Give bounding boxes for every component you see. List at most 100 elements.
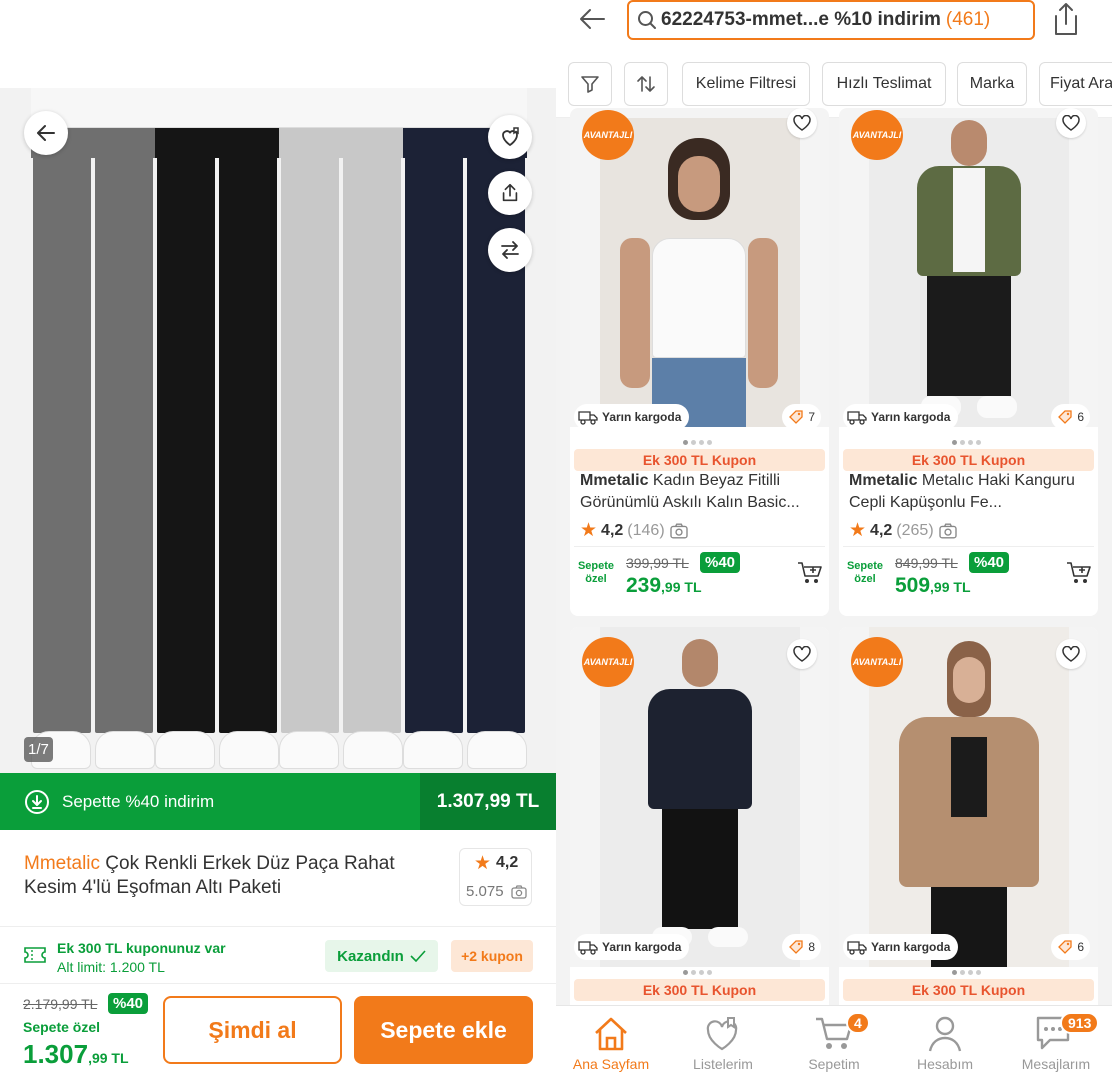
advantage-badge: AVANTAJLI — [851, 110, 903, 160]
rating-value: 4,2 — [496, 854, 519, 871]
purchase-bar: 2.179,99 TL %40 Sepete özel 1.307,99 TL … — [0, 984, 556, 1080]
product-image-pant-2 — [155, 88, 279, 773]
product-card-brand: Mmetalic — [849, 472, 918, 489]
product-card-title: Mmetalic Metalıc Haki Kanguru Cepli Kapü… — [849, 470, 1089, 514]
search-query: 62224753-mmet...e %10 indirim — [661, 9, 941, 30]
favorite-button[interactable] — [1056, 639, 1086, 669]
star-icon: ★ — [580, 520, 598, 541]
filter-chip-fast-delivery[interactable]: Hızlı Teslimat — [822, 62, 946, 106]
tab-cart[interactable]: 4 Sepetim — [784, 1012, 884, 1072]
special-price: 509,99 TL — [895, 574, 971, 598]
add-to-cart-icon[interactable] — [797, 561, 823, 585]
product-card[interactable]: AVANTAJLI Yarın kargoda 7 Ek 300 TL Kupo… — [570, 108, 829, 616]
back-button[interactable] — [24, 111, 68, 155]
add-to-list-button[interactable] — [488, 115, 532, 159]
truck-icon — [578, 941, 598, 955]
variant-count-value: 6 — [1077, 940, 1084, 954]
tab-lists[interactable]: Listelerim — [673, 1012, 773, 1072]
product-image-gallery[interactable] — [0, 88, 556, 773]
price-tag-icon — [789, 940, 803, 954]
sort-arrows-icon — [637, 76, 655, 92]
filter-chip-brand[interactable]: Marka — [957, 62, 1027, 106]
sort-button[interactable] — [624, 62, 668, 106]
product-image-pant-1 — [31, 88, 155, 773]
tab-label: Listelerim — [693, 1056, 753, 1072]
coupon-info-row[interactable]: Ek 300 TL kuponunuz var Alt limit: 1.200… — [0, 926, 556, 984]
rating-value: 4,2 — [601, 521, 624, 539]
special-price-main: 509 — [895, 574, 931, 597]
search-input[interactable]: 62224753-mmet...e %10 indirim (461) — [627, 0, 1035, 40]
buy-now-button[interactable]: Şimdi al — [163, 996, 342, 1064]
special-price-main: 239 — [626, 574, 662, 597]
truck-icon — [847, 941, 867, 955]
special-price-rest: ,99 TL — [930, 579, 971, 595]
delivery-label: Yarın kargoda — [871, 940, 951, 954]
search-results-panel: 62224753-mmet...e %10 indirim (461) Keli… — [556, 0, 1112, 1080]
coupon-banner: Ek 300 TL Kupon — [843, 979, 1094, 1001]
favorite-button[interactable] — [787, 639, 817, 669]
product-brand[interactable]: Mmetalic — [24, 853, 100, 874]
tab-label: Hesabım — [916, 1056, 974, 1072]
filter-chip-price[interactable]: Fiyat Ara — [1039, 62, 1112, 106]
check-icon — [410, 950, 426, 962]
special-price-rest: ,99 TL — [88, 1050, 129, 1066]
review-count: 5.075 — [466, 883, 504, 900]
arrow-left-icon[interactable] — [578, 6, 606, 32]
coupon-banner: Ek 300 TL Kupon — [574, 449, 825, 471]
camera-icon — [669, 522, 688, 539]
messages-count-badge: 913 — [1060, 1012, 1100, 1034]
variant-count: 6 — [1051, 404, 1090, 430]
price-tag-icon — [789, 410, 803, 424]
result-count: (461) — [945, 9, 991, 30]
product-card[interactable]: AVANTAJLI Yarın kargoda 6 Ek 300 TL Kupo… — [839, 627, 1098, 1027]
review-count: (265) — [896, 521, 934, 539]
truck-icon — [578, 411, 598, 425]
heart-list-icon — [502, 127, 519, 147]
filter-chip-keyword[interactable]: Kelime Filtresi — [682, 62, 810, 106]
variant-count-value: 7 — [808, 410, 815, 424]
product-detail-panel: 1/7 Sepette %40 indirim 1.307,99 TL Mmet… — [0, 0, 556, 1080]
delivery-label: Yarın kargoda — [871, 410, 951, 424]
delivery-badge: Yarın kargoda — [574, 404, 690, 430]
favorite-button[interactable] — [1056, 108, 1086, 138]
tab-account[interactable]: Hesabım — [895, 1012, 995, 1072]
special-price-label: Sepete özel — [23, 1019, 101, 1035]
basket-discount-text: Sepette %40 indirim — [62, 791, 215, 811]
heart-icon — [793, 115, 811, 131]
swap-arrows-icon — [501, 241, 519, 259]
basket-discount-bar: Sepette %40 indirim 1.307,99 TL — [0, 773, 556, 830]
tab-home[interactable]: Ana Sayfam — [561, 1012, 661, 1072]
image-dots — [952, 970, 981, 975]
add-to-cart-icon[interactable] — [1066, 561, 1092, 585]
funnel-icon — [581, 76, 599, 93]
product-card-brand: Mmetalic — [580, 472, 649, 489]
coupon-limit: Alt limit: 1.200 TL — [57, 959, 165, 975]
tab-messages[interactable]: 913 Mesajlarım — [1006, 1012, 1106, 1072]
share-icon[interactable] — [1052, 2, 1080, 36]
rating-summary[interactable]: ★ 4,2 5.075 — [459, 848, 532, 906]
coupon-won-label: Kazandın — [337, 947, 404, 965]
price-tag-icon — [1058, 410, 1072, 424]
heart-list-icon — [706, 1017, 738, 1051]
product-card-price: Sepete özel 849,99 TL %40 509,99 TL — [843, 546, 1094, 602]
camera-icon — [938, 522, 957, 539]
variant-count-value: 6 — [1077, 410, 1084, 424]
delivery-label: Yarın kargoda — [602, 940, 682, 954]
coupon-won-badge[interactable]: Kazandın — [325, 940, 438, 972]
more-coupons-button[interactable]: +2 kupon — [451, 940, 533, 972]
star-icon: ★ — [849, 520, 867, 541]
price-tag-icon — [1058, 940, 1072, 954]
favorite-button[interactable] — [787, 108, 817, 138]
product-card[interactable]: AVANTAJLI Yarın kargoda 6 Ek 300 TL Kupo… — [839, 108, 1098, 616]
share-button[interactable] — [488, 171, 532, 215]
compare-button[interactable] — [488, 228, 532, 272]
camera-icon — [511, 885, 527, 899]
image-dots — [683, 440, 712, 445]
product-card[interactable]: AVANTAJLI Yarın kargoda 8 Ek 300 TL Kupo… — [570, 627, 829, 1027]
filter-button[interactable] — [568, 62, 612, 106]
old-price: 849,99 TL — [895, 555, 958, 571]
product-card-rating: ★ 4,2 (146) — [580, 519, 689, 542]
special-price-rest: ,99 TL — [661, 579, 702, 595]
add-to-cart-button[interactable]: Sepete ekle — [354, 996, 533, 1064]
advantage-badge: AVANTAJLI — [851, 637, 903, 687]
